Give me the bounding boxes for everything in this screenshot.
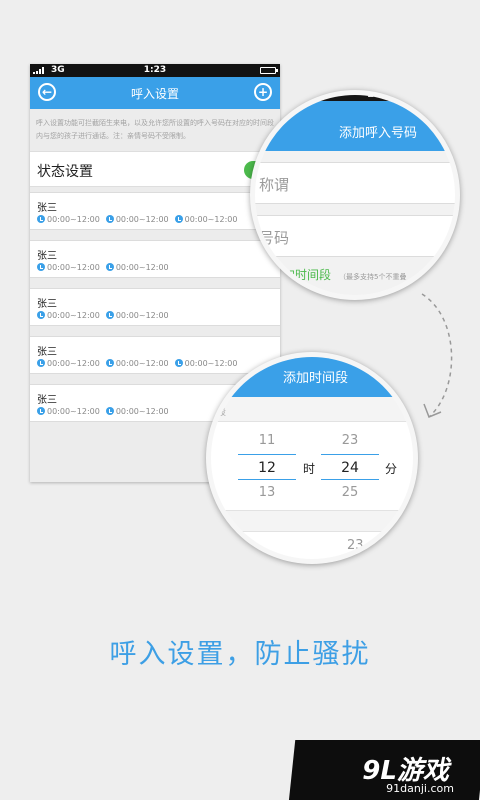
number-field[interactable]: 号码 bbox=[255, 215, 455, 257]
contact-name: 张三 bbox=[37, 251, 57, 262]
time-slot: 00:00~12:00 bbox=[105, 263, 169, 272]
zoom-add-slot: 添加时间段 段 11 12 13 时 23 24 25 分 23 bbox=[206, 352, 418, 564]
time-slot-text: 00:00~12:00 bbox=[115, 263, 169, 272]
clock-icon bbox=[37, 263, 45, 271]
name-field[interactable]: 称谓 bbox=[255, 162, 455, 204]
time-slot: 00:00~12:00 bbox=[37, 359, 100, 368]
clock-icon bbox=[105, 359, 114, 367]
time-picker: 11 12 13 时 23 24 25 分 bbox=[211, 421, 413, 511]
minute-next[interactable]: 25 bbox=[321, 480, 379, 506]
battery-icon bbox=[260, 67, 278, 74]
time-slot: 00:00~12:00 bbox=[37, 311, 100, 320]
clock-icon bbox=[174, 215, 183, 223]
clock-icon bbox=[37, 359, 45, 367]
time-slot-text: 00:00~12:00 bbox=[115, 215, 169, 224]
time-slot-text: 00:00~12:00 bbox=[115, 359, 169, 368]
plus-icon: + bbox=[255, 271, 267, 283]
time-slot: 00:00~12:00 bbox=[105, 311, 169, 320]
dashed-arrow-icon bbox=[421, 293, 453, 418]
clock-icon bbox=[37, 407, 45, 415]
page-title: 呼入设置 bbox=[130, 87, 179, 101]
minute-wheel[interactable]: 23 24 25 bbox=[321, 428, 379, 506]
hour-unit: 时 bbox=[303, 462, 316, 476]
next-minute-value[interactable]: 23 bbox=[347, 538, 364, 553]
time-slot: 00:00~12:00 bbox=[105, 215, 169, 224]
time-slot-text: 00:00~12:00 bbox=[47, 263, 100, 272]
next-picker: 23 bbox=[211, 531, 413, 559]
contact-name: 张三 bbox=[37, 299, 57, 310]
hour-prev[interactable]: 11 bbox=[238, 428, 296, 454]
add-number-title: 添加呼入号码 bbox=[255, 101, 455, 151]
feature-description: 呼入设置功能可拦截陌生来电，以及允许您所设置的呼入号码在对应的时间段内与您的孩子… bbox=[36, 119, 274, 140]
minute-selected[interactable]: 24 bbox=[321, 454, 379, 480]
hour-selected[interactable]: 12 bbox=[238, 454, 296, 480]
time-slot: 00:00~12:00 bbox=[105, 359, 169, 368]
time-slot: 00:00~12:00 bbox=[105, 407, 169, 416]
clock-icon bbox=[105, 311, 114, 319]
section-label: 段 bbox=[217, 408, 227, 418]
contact-row[interactable]: 张三00:00~12:0000:00~12:0000:00~12:00 bbox=[30, 192, 280, 230]
brand-corner: 9L游戏 91danji.com bbox=[288, 740, 480, 800]
clock-icon bbox=[105, 407, 114, 415]
status-bar: 3G 1:23 bbox=[30, 64, 280, 77]
time-slot-list: 00:00~12:00 00:00~12:00 bbox=[37, 263, 175, 272]
time-slot-list: 00:00~12:00 00:00~12:00 bbox=[37, 311, 175, 320]
minute-unit: 分 bbox=[385, 462, 398, 476]
time-slot-text: 00:00~12:00 bbox=[115, 311, 169, 320]
time-slot: 00:00~12:00 bbox=[37, 263, 100, 272]
time-slot-text: 00:00~12:00 bbox=[47, 215, 100, 224]
contact-row[interactable]: 张三 00:00~12:00 00:00~12:00 bbox=[30, 240, 280, 278]
clock-icon bbox=[174, 359, 183, 367]
time-slot: 00:00~12:00 bbox=[37, 215, 100, 224]
time-slot: 00:00~12:00 bbox=[174, 215, 238, 224]
slot-limit-hint: （最多支持5个不重叠 bbox=[339, 273, 407, 281]
add-time-slot-label: 添加时间段 bbox=[271, 268, 332, 282]
minute-prev[interactable]: 23 bbox=[321, 428, 379, 454]
add-slot-title: 添加时间段 bbox=[211, 357, 413, 397]
zoom-add-number: 1:23 添加呼入号码 称谓 号码 + 添加时间段 （最多支持5个不重叠 bbox=[250, 90, 460, 300]
app-header: ← 呼入设置 + bbox=[30, 77, 280, 109]
time-slot-list: 00:00~12:00 00:00~12:00 bbox=[37, 407, 175, 416]
hour-next[interactable]: 13 bbox=[238, 480, 296, 506]
slogan: 呼入设置，防止骚扰 bbox=[109, 639, 371, 670]
clock-icon bbox=[37, 215, 45, 223]
add-time-slot-button[interactable]: + 添加时间段 （最多支持5个不重叠 bbox=[255, 266, 406, 283]
state-setting-row: 状态设置 bbox=[30, 151, 280, 187]
time-slot-text: 00:00~12:00 bbox=[115, 407, 169, 416]
clock-icon bbox=[105, 215, 114, 223]
time-slot-text: 00:00~12:00 bbox=[47, 359, 100, 368]
time-slot-text: 00:00~12:00 bbox=[47, 407, 100, 416]
clock-icon bbox=[37, 311, 45, 319]
contact-name: 张三 bbox=[37, 395, 57, 406]
time-slot-text: 00:00~12:00 bbox=[47, 311, 100, 320]
zoom-status-time: 1:23 bbox=[367, 90, 392, 100]
hour-wheel[interactable]: 11 12 13 bbox=[238, 428, 296, 506]
time-slot: 00:00~12:00 bbox=[37, 407, 100, 416]
contact-name: 张三 bbox=[37, 347, 57, 358]
clock-icon bbox=[105, 263, 114, 271]
contact-name: 张三 bbox=[37, 203, 57, 214]
time-slot-list: 00:00~12:00 00:00~12:00 00:00~12:00 bbox=[37, 215, 243, 224]
time-slot-text: 00:00~12:00 bbox=[184, 215, 238, 224]
state-setting-label: 状态设置 bbox=[37, 164, 93, 180]
contact-row[interactable]: 张三 00:00~12:00 00:00~12:00 bbox=[30, 288, 280, 326]
brand-site: 91danji.com bbox=[386, 782, 454, 795]
status-time: 1:23 bbox=[143, 65, 167, 75]
zoom-status-bar: 1:23 bbox=[255, 90, 455, 101]
